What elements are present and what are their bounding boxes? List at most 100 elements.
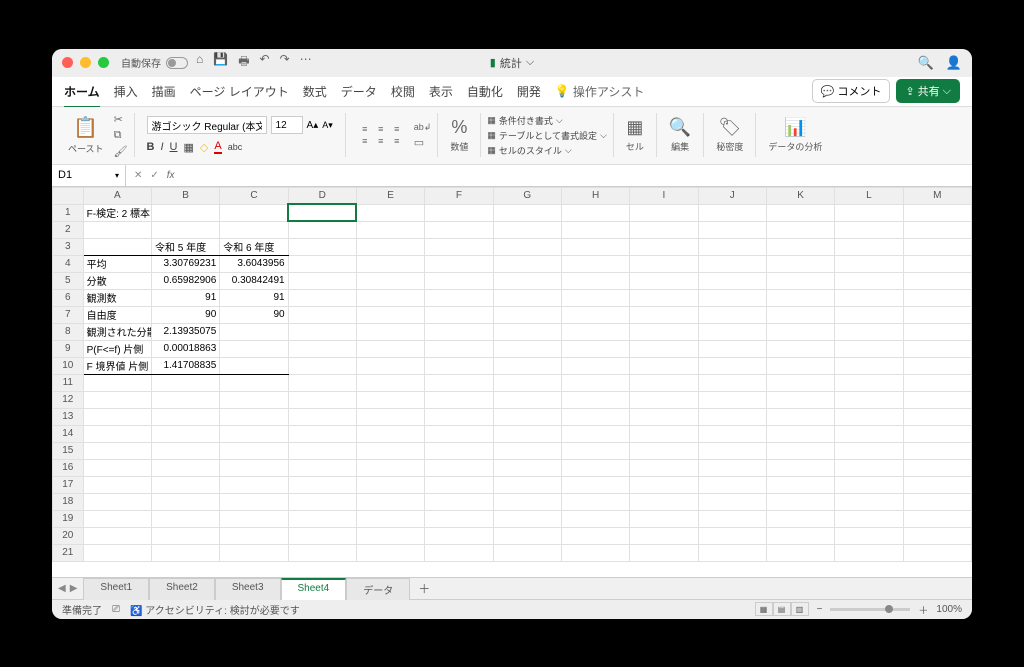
cell-D20[interactable]	[288, 527, 356, 544]
accessibility-status[interactable]: ♿ アクセシビリティ: 検討が必要です	[130, 602, 300, 617]
cell-D9[interactable]	[288, 340, 356, 357]
cells-group[interactable]: ▦ セル	[620, 107, 650, 164]
cell-G11[interactable]	[493, 374, 561, 391]
cell-F19[interactable]	[425, 510, 493, 527]
col-header-G[interactable]: G	[493, 187, 561, 204]
cell-L13[interactable]	[835, 408, 903, 425]
cell-D19[interactable]	[288, 510, 356, 527]
cell-E14[interactable]	[356, 425, 424, 442]
cell-G15[interactable]	[493, 442, 561, 459]
cell-L4[interactable]	[835, 255, 903, 272]
cell-I10[interactable]	[630, 357, 698, 374]
cancel-icon[interactable]: ✕	[134, 170, 142, 181]
cell-B11[interactable]	[151, 374, 219, 391]
cell-B9[interactable]: 0.00018863	[151, 340, 219, 357]
cell-A13[interactable]	[83, 408, 151, 425]
tab-review[interactable]: 校閲	[391, 83, 415, 100]
cell-K1[interactable]	[766, 204, 834, 221]
cell-G17[interactable]	[493, 476, 561, 493]
row-header-3[interactable]: 3	[53, 238, 84, 255]
cell-I16[interactable]	[630, 459, 698, 476]
cell-J1[interactable]	[698, 204, 766, 221]
sheet-tab-Sheet4[interactable]: Sheet4	[281, 578, 347, 600]
cell-B7[interactable]: 90	[151, 306, 219, 323]
font-color-button[interactable]: A	[214, 140, 221, 154]
row-header-14[interactable]: 14	[53, 425, 84, 442]
phonetic-button[interactable]: abc	[228, 142, 243, 152]
format-as-table-button[interactable]: ▦テーブルとして書式設定 ⌵	[487, 129, 607, 142]
name-box[interactable]: D1 ▾	[52, 165, 126, 186]
cell-C2[interactable]	[220, 221, 288, 238]
cell-C20[interactable]	[220, 527, 288, 544]
format-painter-icon[interactable]: 🖌	[114, 145, 128, 158]
cell-B20[interactable]	[151, 527, 219, 544]
cell-G6[interactable]	[493, 289, 561, 306]
cell-B5[interactable]: 0.65982906	[151, 272, 219, 289]
row-header-1[interactable]: 1	[53, 204, 84, 221]
cell-M12[interactable]	[903, 391, 971, 408]
cell-H10[interactable]	[561, 357, 629, 374]
cell-E21[interactable]	[356, 544, 424, 561]
cell-M19[interactable]	[903, 510, 971, 527]
cell-D16[interactable]	[288, 459, 356, 476]
cell-K5[interactable]	[766, 272, 834, 289]
col-header-C[interactable]: C	[220, 187, 288, 204]
paste-icon[interactable]: 📋	[73, 115, 98, 140]
cell-J3[interactable]	[698, 238, 766, 255]
autosave-toggle[interactable]: 自動保存	[121, 55, 188, 70]
cell-M9[interactable]	[903, 340, 971, 357]
cell-H15[interactable]	[561, 442, 629, 459]
cell-E15[interactable]	[356, 442, 424, 459]
cell-H14[interactable]	[561, 425, 629, 442]
cell-F6[interactable]	[425, 289, 493, 306]
more-icon[interactable]: ⋯	[300, 52, 312, 73]
cell-C15[interactable]	[220, 442, 288, 459]
cell-L6[interactable]	[835, 289, 903, 306]
user-icon[interactable]: 👤	[946, 55, 962, 71]
cell-C10[interactable]	[220, 357, 288, 374]
cell-I20[interactable]	[630, 527, 698, 544]
cell-I21[interactable]	[630, 544, 698, 561]
cell-B18[interactable]	[151, 493, 219, 510]
cell-D4[interactable]	[288, 255, 356, 272]
comments-button[interactable]: 💬 コメント	[812, 79, 891, 103]
cell-J6[interactable]	[698, 289, 766, 306]
cell-G19[interactable]	[493, 510, 561, 527]
zoom-out-icon[interactable]: −	[817, 604, 823, 615]
cell-D11[interactable]	[288, 374, 356, 391]
cell-L21[interactable]	[835, 544, 903, 561]
cell-I18[interactable]	[630, 493, 698, 510]
cell-I3[interactable]	[630, 238, 698, 255]
cell-C1[interactable]	[220, 204, 288, 221]
cell-L7[interactable]	[835, 306, 903, 323]
cell-I8[interactable]	[630, 323, 698, 340]
align-center[interactable]: ≡	[374, 136, 388, 146]
cell-L5[interactable]	[835, 272, 903, 289]
tab-insert[interactable]: 挿入	[114, 83, 138, 100]
col-header-M[interactable]: M	[903, 187, 971, 204]
align-top-left[interactable]: ≡	[358, 124, 372, 134]
cell-J2[interactable]	[698, 221, 766, 238]
row-header-13[interactable]: 13	[53, 408, 84, 425]
cell-H4[interactable]	[561, 255, 629, 272]
cell-J12[interactable]	[698, 391, 766, 408]
cell-G3[interactable]	[493, 238, 561, 255]
cell-K12[interactable]	[766, 391, 834, 408]
row-header-8[interactable]: 8	[53, 323, 84, 340]
cell-I17[interactable]	[630, 476, 698, 493]
tell-me[interactable]: 💡 操作アシスト	[555, 83, 644, 100]
cell-M2[interactable]	[903, 221, 971, 238]
zoom-level[interactable]: 100%	[936, 604, 962, 615]
cell-H9[interactable]	[561, 340, 629, 357]
cell-E5[interactable]	[356, 272, 424, 289]
enter-icon[interactable]: ✓	[150, 170, 158, 181]
cell-C9[interactable]	[220, 340, 288, 357]
cell-M20[interactable]	[903, 527, 971, 544]
cell-L18[interactable]	[835, 493, 903, 510]
cell-K16[interactable]	[766, 459, 834, 476]
cell-L14[interactable]	[835, 425, 903, 442]
cell-I15[interactable]	[630, 442, 698, 459]
cell-F3[interactable]	[425, 238, 493, 255]
row-header-18[interactable]: 18	[53, 493, 84, 510]
cell-F15[interactable]	[425, 442, 493, 459]
